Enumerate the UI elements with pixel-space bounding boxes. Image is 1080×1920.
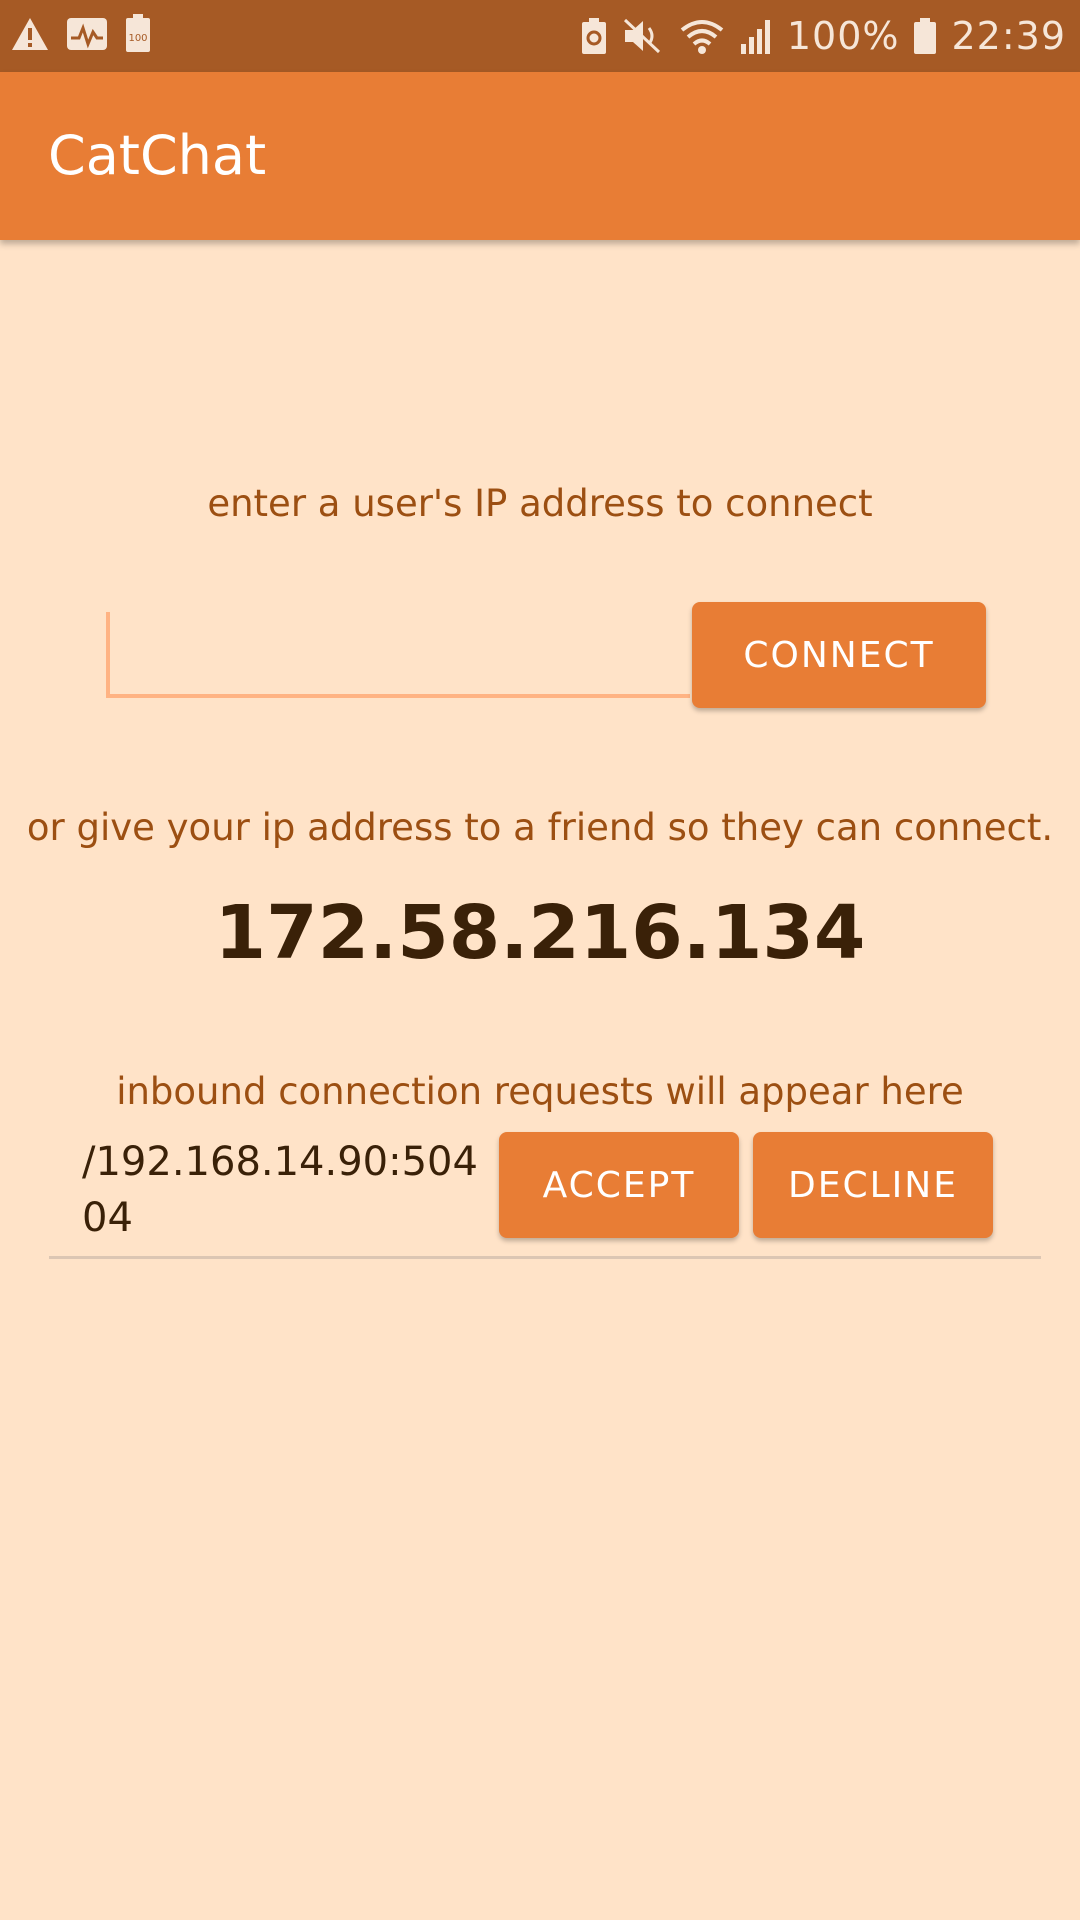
request-divider (49, 1256, 1041, 1259)
battery-icon (913, 16, 937, 56)
app-bar: CatChat (0, 72, 1080, 240)
requests-prompt: inbound connection requests will appear … (116, 1070, 964, 1113)
app-title: CatChat (48, 124, 267, 187)
connect-prompt: enter a user's IP address to connect (207, 482, 873, 525)
svg-text:100: 100 (128, 33, 147, 44)
battery-recycle-icon (581, 16, 607, 56)
battery-saver-icon: 100 (124, 14, 152, 54)
status-left-icons: 100 (10, 14, 152, 54)
decline-button[interactable]: DECLINE (753, 1132, 993, 1238)
activity-icon (66, 16, 108, 52)
status-bar: 100 100% 22:39 (0, 0, 1080, 72)
battery-percent: 100% (786, 14, 900, 58)
status-right-icons: 100% 22:39 (581, 0, 1066, 72)
my-ip-address: 172.58.216.134 (214, 890, 866, 976)
vibrate-mute-icon (621, 16, 665, 56)
wifi-icon (679, 16, 725, 56)
signal-icon (739, 16, 773, 56)
share-prompt: or give your ip address to a friend so t… (26, 806, 1054, 849)
warning-icon (10, 14, 50, 54)
status-time: 22:39 (951, 14, 1066, 58)
connect-button[interactable]: CONNECT (692, 602, 986, 708)
request-address: /192.168.14.90:50404 (82, 1139, 478, 1241)
ip-address-input[interactable] (106, 612, 690, 698)
accept-button[interactable]: ACCEPT (499, 1132, 739, 1238)
